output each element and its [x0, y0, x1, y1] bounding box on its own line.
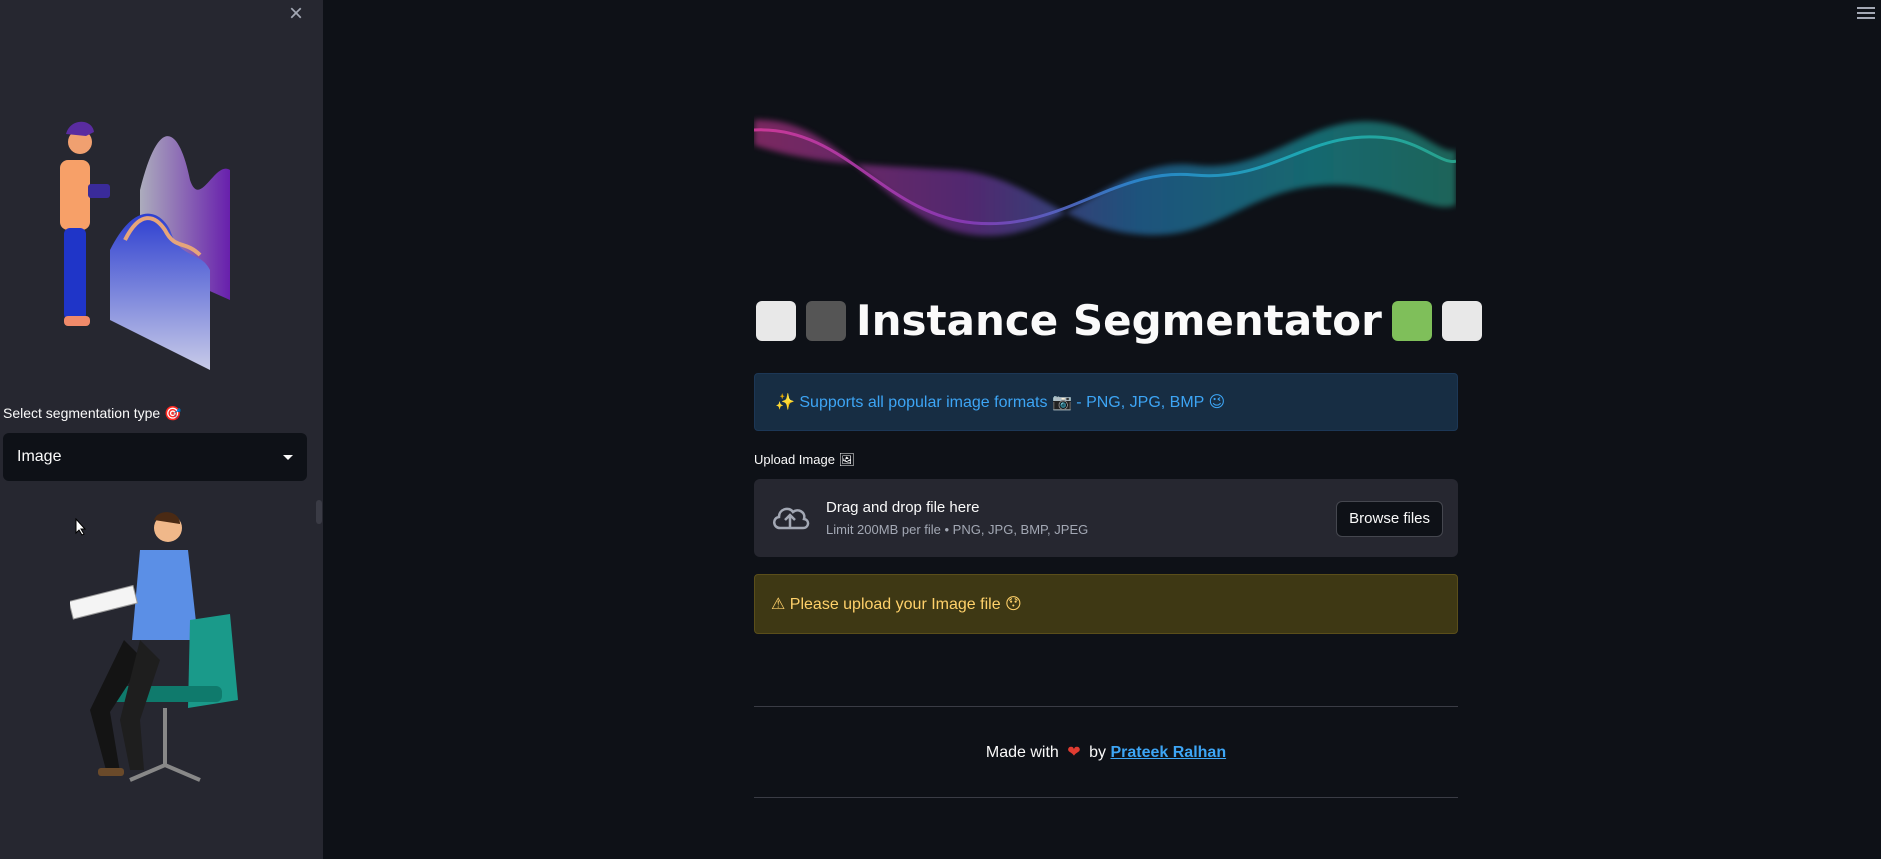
page-title-text: Instance Segmentator [856, 296, 1382, 345]
segmentation-type-select[interactable]: Image [3, 433, 307, 481]
dropzone-title: Drag and drop file here [826, 499, 980, 516]
camera-icon [806, 300, 846, 341]
select-value: Image [17, 448, 62, 465]
info-alert: ✨ Supports all popular image formats 📷 -… [754, 373, 1458, 431]
footer: Made with ❤ by Prateek Ralhan [754, 742, 1458, 762]
heart-icon: ❤ [1067, 744, 1081, 761]
city-icon [1441, 300, 1482, 341]
cloud-upload-icon [773, 507, 810, 530]
sidebar: × Select segmentation type 🎯 Image [0, 0, 323, 859]
author-link[interactable]: Prateek Ralhan [1110, 744, 1226, 761]
sidebar-resize-handle[interactable] [316, 500, 322, 524]
target-icon: 🎯 [164, 405, 182, 421]
chevron-down-icon [283, 454, 293, 460]
file-dropzone[interactable]: Drag and drop file here Limit 200MB per … [754, 479, 1458, 557]
particle-wave-banner [754, 119, 1456, 236]
dropzone-limit: Limit 200MB per file • PNG, JPG, BMP, JP… [826, 522, 1089, 537]
divider [754, 797, 1458, 798]
page-title: Instance Segmentator [756, 296, 1482, 345]
house-icon [1391, 300, 1432, 341]
upload-label: Upload Image 🖼 [754, 452, 856, 467]
info-text: ✨ Supports all popular image formats 📷 -… [775, 394, 1226, 411]
analyst-chart-illustration [60, 121, 230, 370]
footer-by: by [1089, 744, 1107, 761]
hamburger-menu-icon[interactable] [1857, 4, 1875, 22]
warning-text: ⚠ Please upload your Image file 😯 [771, 596, 1022, 613]
warning-alert: ⚠ Please upload your Image file 😯 [754, 574, 1458, 634]
close-sidebar-icon[interactable]: × [284, 2, 308, 26]
footer-made-with: Made with [985, 744, 1059, 761]
divider [754, 706, 1458, 707]
select-label: Select segmentation type 🎯 [3, 405, 182, 422]
framed-picture-icon [756, 300, 796, 341]
select-label-text: Select segmentation type [3, 405, 161, 421]
browse-files-button[interactable]: Browse files [1336, 501, 1443, 537]
thinking-person-illustration [70, 512, 238, 782]
